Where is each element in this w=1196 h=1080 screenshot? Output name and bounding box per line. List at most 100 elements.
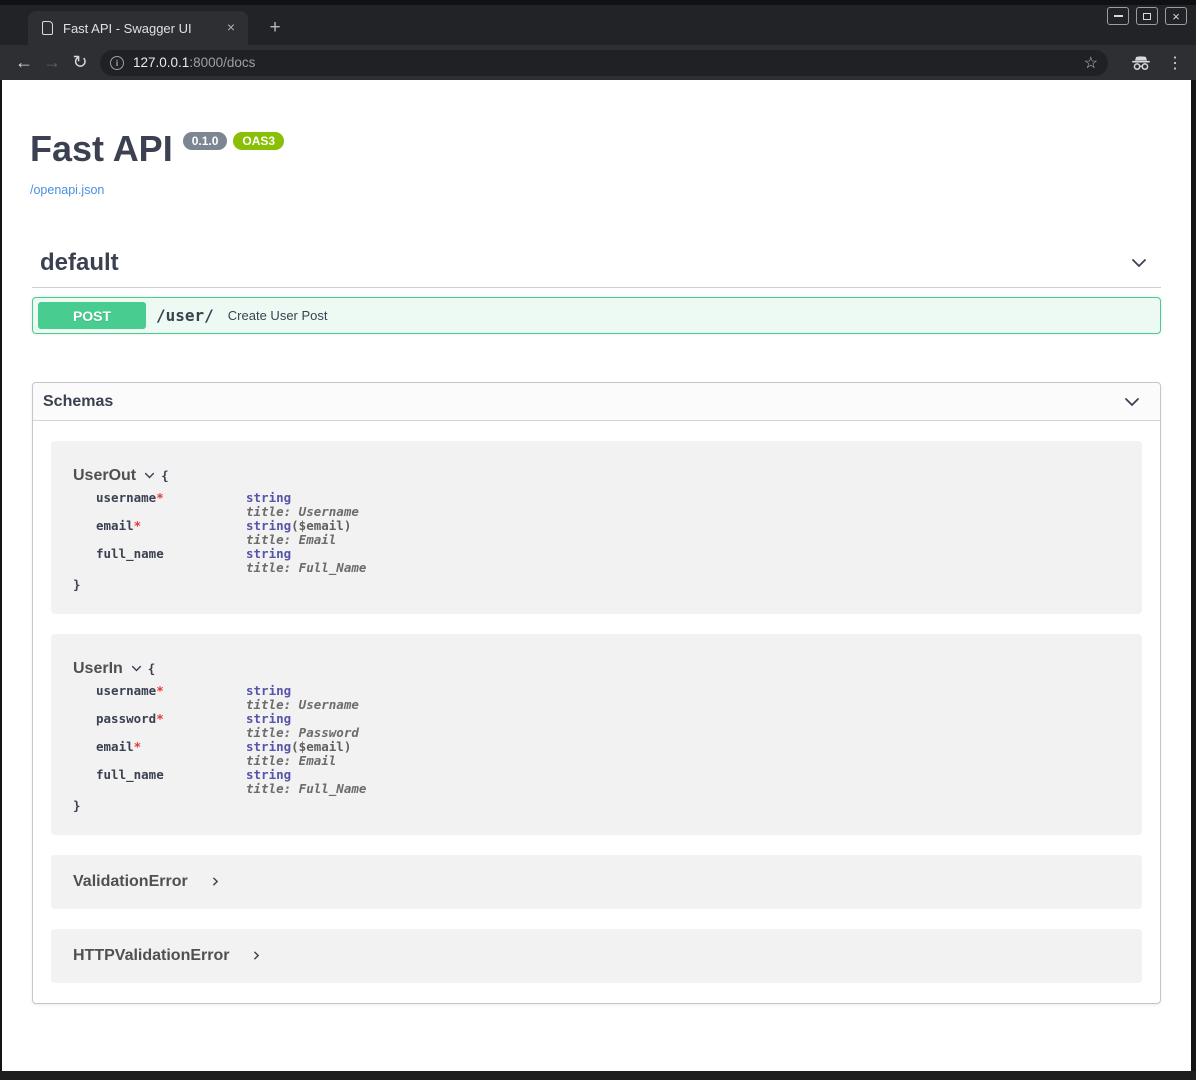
schemas-body: UserOut{username*stringtitle: Usernameem… <box>33 421 1160 983</box>
window-bottom-edge <box>0 1071 1196 1080</box>
browser-window: Fast API - Swagger UI × + × ← → ↻ i 127.… <box>0 0 1196 1080</box>
property-type-line: string($email) <box>246 740 366 754</box>
property-title: title: Username <box>246 698 366 712</box>
api-info: Fast API 0.1.0 OAS3 /openapi.json <box>2 80 1191 199</box>
schema-model-validationerror[interactable]: ValidationError <box>51 855 1142 909</box>
incognito-icon <box>1130 55 1152 71</box>
property-name: full_name <box>96 768 246 796</box>
schema-model-userout: UserOut{username*stringtitle: Usernameem… <box>51 441 1142 614</box>
property-type: string <box>246 683 291 698</box>
chevron-down-icon <box>130 662 143 675</box>
browser-tab[interactable]: Fast API - Swagger UI × <box>28 11 248 45</box>
property-detail: stringtitle: Full_Name <box>246 768 366 796</box>
operation-path: /user/ <box>156 306 214 325</box>
opblock-post-user[interactable]: POST /user/ Create User Post <box>32 297 1161 334</box>
browser-menu-icon[interactable]: ⋮ <box>1164 53 1186 73</box>
brace-open: { <box>161 468 169 483</box>
chevron-right-icon <box>210 876 221 887</box>
property-title: title: Email <box>246 533 366 547</box>
property-format: ($email) <box>291 739 351 754</box>
property-title: title: Full_Name <box>246 782 366 796</box>
close-icon: × <box>1172 10 1180 23</box>
property-title: title: Full_Name <box>246 561 366 575</box>
schema-model-userin-properties: username*stringtitle: Usernamepassword*s… <box>96 684 366 796</box>
property-name: username* <box>96 491 246 519</box>
maximize-icon <box>1143 13 1151 20</box>
expand-toggle[interactable] <box>251 948 262 966</box>
openapi-spec-link[interactable]: /openapi.json <box>30 183 104 197</box>
chevron-right-icon <box>251 950 262 961</box>
required-marker: * <box>134 739 142 754</box>
property-row: email*string($email)title: Email <box>96 519 366 547</box>
browser-toolbar: ← → ↻ i 127.0.0.1:8000/docs ☆ ⋮ <box>0 45 1196 80</box>
api-title-row: Fast API 0.1.0 OAS3 <box>30 128 1191 170</box>
property-type-line: string <box>246 768 366 782</box>
close-button[interactable]: × <box>1165 7 1187 25</box>
swagger-page: Fast API 0.1.0 OAS3 /openapi.json defaul… <box>0 80 1196 1071</box>
window-controls: × <box>1107 7 1187 25</box>
model-title: HTTPValidationError <box>73 947 229 965</box>
property-name: email* <box>96 519 246 547</box>
url-path: :8000/docs <box>189 55 255 70</box>
schema-model-userout-properties: username*stringtitle: Usernameemail*stri… <box>96 491 366 575</box>
property-type-line: string($email) <box>246 519 366 533</box>
tab-title: Fast API - Swagger UI <box>63 21 222 36</box>
reload-icon[interactable]: ↻ <box>66 52 94 73</box>
property-type-line: string <box>246 491 366 505</box>
minimize-icon <box>1114 15 1123 17</box>
property-detail: stringtitle: Username <box>246 684 366 712</box>
property-type-line: string <box>246 712 366 726</box>
forward-icon[interactable]: → <box>38 52 66 73</box>
tag-section-default: default POST /user/ Create User Post <box>32 249 1161 334</box>
property-row: email*string($email)title: Email <box>96 740 366 768</box>
tab-strip: Fast API - Swagger UI × + × <box>0 0 1196 45</box>
new-tab-button[interactable]: + <box>262 15 288 41</box>
schema-model-userout-title-row[interactable]: UserOut{ <box>73 467 1122 485</box>
brace-close: } <box>73 577 81 592</box>
back-icon[interactable]: ← <box>10 52 38 73</box>
site-info-icon[interactable]: i <box>110 56 124 70</box>
tag-header-default[interactable]: default <box>32 249 1161 288</box>
property-format: ($email) <box>291 518 351 533</box>
model-title: UserIn <box>73 660 123 677</box>
model-toggle[interactable] <box>143 469 156 486</box>
property-detail: stringtitle: Username <box>246 491 366 519</box>
chevron-down-icon <box>1122 392 1142 412</box>
property-title: title: Password <box>246 726 366 740</box>
schema-model-userin: UserIn{username*stringtitle: Usernamepas… <box>51 634 1142 835</box>
property-detail: stringtitle: Password <box>246 712 366 740</box>
badges: 0.1.0 OAS3 <box>183 132 284 150</box>
property-name: full_name <box>96 547 246 575</box>
bookmark-star-icon[interactable]: ☆ <box>1082 53 1100 73</box>
property-type-line: string <box>246 547 366 561</box>
maximize-button[interactable] <box>1136 7 1158 25</box>
property-type: string <box>246 490 291 505</box>
property-type-line: string <box>246 684 366 698</box>
schema-model-userin-title-row[interactable]: UserIn{ <box>73 660 1122 678</box>
schemas-header[interactable]: Schemas <box>33 383 1160 421</box>
url-text: 127.0.0.1:8000/docs <box>133 55 255 70</box>
property-row: username*stringtitle: Username <box>96 684 366 712</box>
page-title: Fast API <box>30 128 173 170</box>
schema-model-httpvalidationerror[interactable]: HTTPValidationError <box>51 929 1142 983</box>
minimize-button[interactable] <box>1107 7 1129 25</box>
tab-close-icon[interactable]: × <box>222 19 240 37</box>
property-row: full_namestringtitle: Full_Name <box>96 547 366 575</box>
required-marker: * <box>156 683 164 698</box>
property-detail: string($email)title: Email <box>246 519 366 547</box>
model-toggle[interactable] <box>130 662 143 679</box>
property-type: string <box>246 518 291 533</box>
expand-toggle[interactable] <box>210 874 221 892</box>
chevron-down-icon <box>1129 253 1149 273</box>
property-detail: string($email)title: Email <box>246 740 366 768</box>
property-name: email* <box>96 740 246 768</box>
property-row: password*stringtitle: Password <box>96 712 366 740</box>
property-type: string <box>246 739 291 754</box>
address-bar[interactable]: i 127.0.0.1:8000/docs ☆ <box>100 50 1108 76</box>
property-type: string <box>246 767 291 782</box>
model-title: ValidationError <box>73 873 188 891</box>
schemas-section: Schemas UserOut{username*stringtitle: Us… <box>32 382 1161 1004</box>
page-favicon-icon <box>42 21 53 35</box>
property-title: title: Username <box>246 505 366 519</box>
property-type: string <box>246 711 291 726</box>
